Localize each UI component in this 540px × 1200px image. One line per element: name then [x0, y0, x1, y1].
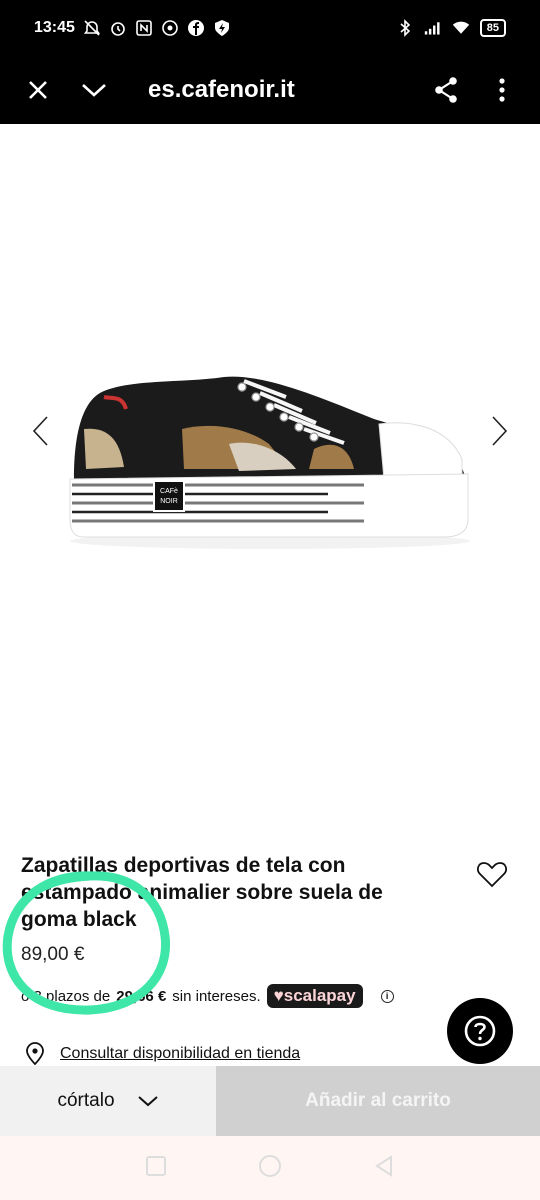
sneaker-product-image: CAFè NOIR: [69, 376, 470, 549]
system-nav-bar: [0, 1136, 540, 1200]
chevron-down-icon[interactable]: [70, 56, 118, 124]
back-icon[interactable]: [373, 1154, 395, 1182]
info-icon[interactable]: i: [380, 989, 394, 1003]
whatsapp-icon: [161, 19, 179, 37]
close-icon[interactable]: [14, 56, 62, 124]
question-icon: [464, 1015, 496, 1047]
more-icon[interactable]: [478, 56, 526, 124]
store-availability-link[interactable]: Consultar disponibilidad en tienda: [60, 1045, 300, 1063]
installment-info: o 3 plazos de 29,66 € sin intereses. ♥sc…: [21, 984, 394, 1008]
shield-icon: [213, 19, 231, 37]
signal-icon: [424, 19, 442, 37]
chevron-right-icon[interactable]: [480, 411, 520, 451]
chevron-down-icon: [137, 1096, 158, 1107]
add-to-cart-button[interactable]: Añadir al carrito: [216, 1066, 540, 1136]
wifi-icon: [452, 19, 470, 37]
status-bar: 13:45 85: [0, 0, 540, 56]
share-icon[interactable]: [422, 56, 470, 124]
product-title: Zapatillas deportivas de tela con estamp…: [21, 854, 383, 931]
size-selector-label: córtalo: [57, 1090, 115, 1111]
shoe-logo-text: NOIR: [160, 498, 178, 505]
help-button[interactable]: [447, 998, 513, 1064]
page-url-title[interactable]: es.cafenoir.it: [148, 56, 295, 124]
battery-icon: 85: [479, 19, 506, 37]
bottom-action-bar: córtalo Añadir al carrito: [0, 1066, 540, 1136]
product-price: 89,00 €: [21, 944, 85, 965]
installment-amount: 29,66 €: [116, 987, 167, 1005]
bluetooth-icon: [396, 19, 414, 37]
alarm-icon: [109, 19, 127, 37]
store-availability[interactable]: Consultar disponibilidad en tienda: [24, 1042, 300, 1066]
heart-icon[interactable]: [474, 856, 510, 892]
recent-apps-icon[interactable]: [145, 1155, 167, 1182]
installment-prefix: o 3 plazos de: [21, 987, 111, 1005]
chevron-left-icon[interactable]: [20, 411, 60, 451]
do-not-disturb-icon: [83, 19, 101, 37]
scalapay-badge[interactable]: ♥scalapay: [266, 984, 363, 1008]
status-time: 13:45: [34, 19, 75, 36]
shoe-logo-text: CAFè: [160, 488, 178, 495]
browser-toolbar: es.cafenoir.it: [0, 56, 540, 124]
heart-icon: ♥: [273, 986, 284, 1005]
nfc-icon: [135, 19, 153, 37]
product-gallery[interactable]: CAFè NOIR: [0, 124, 540, 824]
size-selector[interactable]: córtalo: [0, 1066, 216, 1136]
home-icon[interactable]: [257, 1153, 283, 1184]
location-pin-icon: [26, 1042, 44, 1066]
installment-suffix: sin intereses.: [172, 987, 261, 1005]
facebook-icon: [187, 19, 205, 37]
scalapay-label: scalapay: [283, 986, 356, 1005]
